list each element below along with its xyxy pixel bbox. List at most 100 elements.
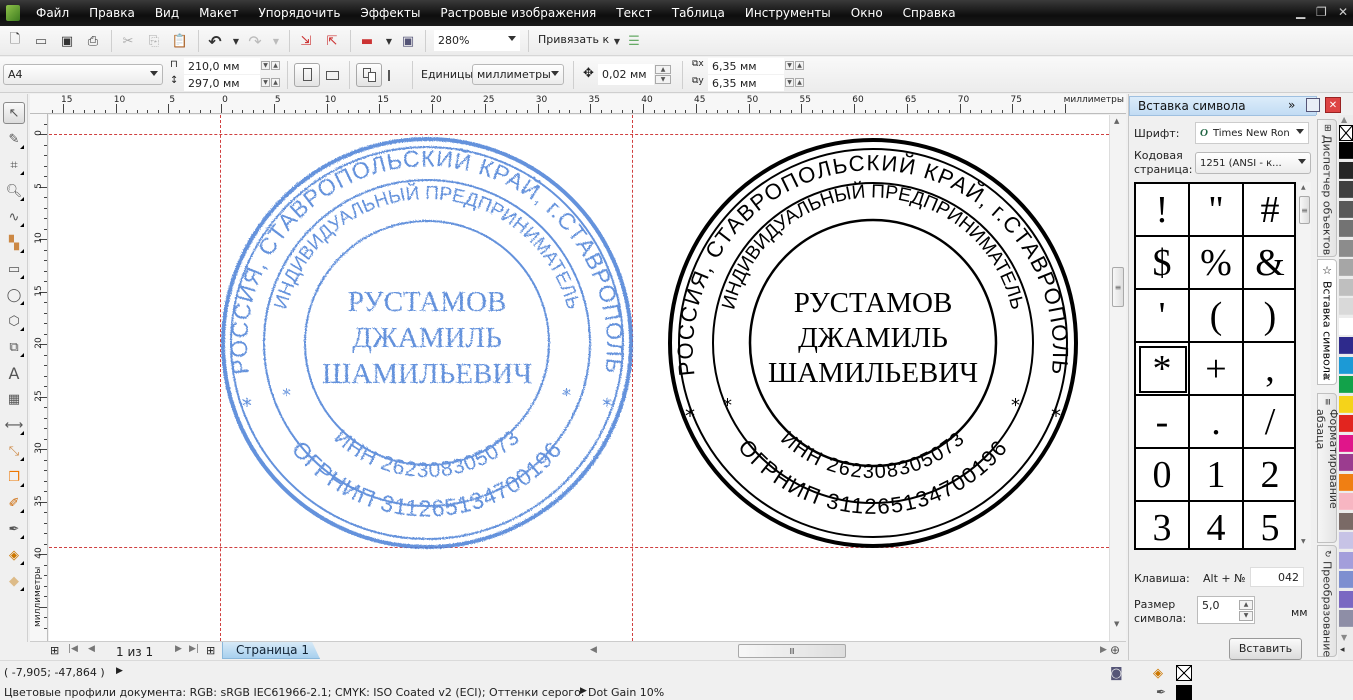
page-tab[interactable]: Страница 1 — [222, 642, 320, 659]
zoom-level-combo[interactable]: 280% — [434, 30, 520, 51]
connector-tool[interactable]: ⤡ — [3, 440, 25, 462]
first-page-icon[interactable]: |◀ — [68, 644, 78, 654]
launcher-dropdown-icon[interactable]: ▼ — [380, 32, 398, 50]
import-icon[interactable]: ⇲ — [297, 32, 315, 50]
vertical-scroll-thumb[interactable]: ≡ — [1112, 267, 1124, 307]
menu-arrange[interactable]: Упорядочить — [258, 6, 340, 20]
application-launcher-icon[interactable]: ▬ — [358, 32, 376, 50]
smart-fill-tool[interactable]: ▚ — [3, 232, 25, 254]
export-icon[interactable]: ⇱ — [323, 32, 341, 50]
ellipse-tool[interactable]: ◯ — [3, 284, 25, 306]
redo-dropdown-icon[interactable]: ▼ — [267, 32, 285, 50]
text-tool[interactable]: A — [3, 362, 25, 384]
restore-icon[interactable]: ❐ — [1316, 5, 1327, 19]
glyph-cell[interactable]: 0 — [1136, 449, 1190, 502]
color-profiles-expand-icon[interactable]: ▶ — [580, 686, 587, 696]
color-swatch[interactable] — [1339, 493, 1353, 510]
interactive-fill-tool[interactable]: ◆ — [3, 570, 25, 592]
palette-scroll-up-icon[interactable]: ▲ — [1341, 115, 1347, 124]
menu-tools[interactable]: Инструменты — [745, 6, 831, 20]
scroll-up-icon[interactable]: ▲ — [1114, 117, 1119, 125]
menu-layout[interactable]: Макет — [199, 6, 238, 20]
color-swatch[interactable] — [1339, 181, 1353, 198]
size-decrement[interactable]: ▼ — [1239, 611, 1253, 621]
minimize-icon[interactable]: ▁ — [1296, 5, 1305, 19]
current-page-button[interactable] — [388, 70, 402, 81]
portrait-button[interactable] — [294, 63, 320, 87]
add-page-before-icon[interactable]: ⊞ — [50, 644, 59, 657]
tab-transformation[interactable]: ↻ Преобразование — [1317, 545, 1337, 657]
color-swatch[interactable] — [1339, 161, 1353, 179]
insert-button[interactable]: Вставить — [1229, 638, 1302, 660]
vector-stamp[interactable]: РОССИЯ, СТАВРОПОЛЬСКИЙ КРАЙ, г.СТАВРОПОЛ… — [663, 133, 1083, 553]
nudge-increment[interactable]: ▲ — [655, 65, 671, 74]
glyph-cell[interactable]: % — [1190, 237, 1244, 290]
horizontal-ruler[interactable]: миллиметры 15 10 5 0 5 10 15 20 25 30 35 40 45 50 55 60… — [30, 94, 1126, 114]
glyph-cell[interactable]: ' — [1136, 290, 1190, 343]
print-icon[interactable]: ⎙ — [84, 32, 102, 50]
dup-y-decrement[interactable]: ▼ — [785, 78, 794, 87]
height-increment[interactable]: ▲ — [271, 78, 280, 87]
rectangle-tool[interactable]: ▭ — [3, 258, 25, 280]
new-document-icon[interactable]: 🗋 — [6, 32, 24, 50]
eyedropper-tool[interactable]: ✐ — [3, 492, 25, 514]
outline-tool[interactable]: ✒ — [3, 518, 25, 540]
page-size-combo[interactable]: A4 — [3, 64, 163, 85]
palette-flyout-icon[interactable]: ◂ — [1340, 645, 1345, 655]
all-pages-button[interactable] — [356, 63, 382, 87]
menu-text[interactable]: Текст — [616, 6, 652, 20]
units-combo[interactable]: миллиметры — [472, 64, 564, 85]
menu-help[interactable]: Справка — [903, 6, 956, 20]
table-tool[interactable]: ▦ — [3, 388, 25, 410]
palette-scroll-down-icon[interactable]: ▼ — [1341, 633, 1347, 642]
keystroke-input[interactable]: 042 — [1250, 567, 1304, 587]
docker-minimize-icon[interactable] — [1306, 98, 1320, 112]
color-swatch[interactable] — [1339, 356, 1353, 374]
color-swatch[interactable] — [1339, 551, 1353, 569]
paste-icon[interactable]: 📋 — [171, 32, 189, 50]
dup-y-increment[interactable]: ▲ — [795, 78, 804, 87]
dup-x-increment[interactable]: ▲ — [795, 61, 804, 70]
fill-tool[interactable]: ◈ — [3, 544, 25, 566]
glyph-cell[interactable]: & — [1244, 237, 1294, 290]
menu-bitmaps[interactable]: Растровые изображения — [440, 6, 596, 20]
glyph-cell[interactable]: ( — [1190, 290, 1244, 343]
polygon-tool[interactable]: ⬡ — [3, 310, 25, 332]
nudge-input[interactable]: 0,02 мм — [598, 64, 654, 85]
glyph-cell[interactable]: 5 — [1244, 502, 1294, 549]
glyph-cell[interactable]: ) — [1244, 290, 1294, 343]
scroll-up-icon[interactable]: ▲ — [1301, 184, 1306, 191]
docker-close-icon[interactable]: ✕ — [1325, 97, 1341, 113]
color-swatch[interactable] — [1339, 200, 1353, 218]
color-swatch[interactable] — [1339, 395, 1353, 413]
color-swatch[interactable] — [1339, 298, 1353, 315]
welcome-screen-icon[interactable]: ▣ — [399, 32, 417, 50]
fill-swatch-none[interactable] — [1176, 665, 1192, 681]
freehand-tool[interactable]: ∿ — [3, 206, 25, 228]
color-swatch[interactable] — [1339, 590, 1353, 608]
glyph-cell[interactable]: 3 — [1136, 502, 1190, 548]
scroll-down-icon[interactable]: ▼ — [1301, 538, 1306, 545]
redo-icon[interactable]: ↷ — [246, 32, 264, 51]
docker-expand-icon[interactable]: » — [1288, 98, 1295, 112]
size-increment[interactable]: ▲ — [1239, 600, 1253, 610]
close-icon[interactable]: ✕ — [1338, 5, 1348, 19]
color-swatch[interactable] — [1339, 278, 1353, 296]
glyph-cell[interactable]: $ — [1136, 237, 1190, 290]
menu-file[interactable]: Файл — [36, 6, 69, 20]
page-width-input[interactable]: 210,0 мм — [184, 58, 260, 74]
nudge-decrement[interactable]: ▼ — [655, 75, 671, 84]
snap-dropdown-icon[interactable]: ▼ — [608, 32, 626, 50]
glyph-cell[interactable]: - — [1136, 396, 1190, 449]
font-combo[interactable]: O Times New Ron — [1195, 122, 1309, 144]
glyph-cell[interactable]: * — [1136, 343, 1190, 396]
menu-effects[interactable]: Эффекты — [360, 6, 420, 20]
glyph-cell[interactable]: # — [1244, 184, 1294, 237]
color-swatch[interactable] — [1339, 532, 1353, 549]
menu-table[interactable]: Таблица — [672, 6, 725, 20]
glyph-cell[interactable]: . — [1190, 396, 1244, 449]
color-swatch[interactable] — [1339, 142, 1353, 159]
next-page-icon[interactable]: ▶ — [175, 644, 182, 654]
color-swatch[interactable] — [1339, 571, 1353, 588]
glyph-cell[interactable]: + — [1190, 343, 1244, 396]
